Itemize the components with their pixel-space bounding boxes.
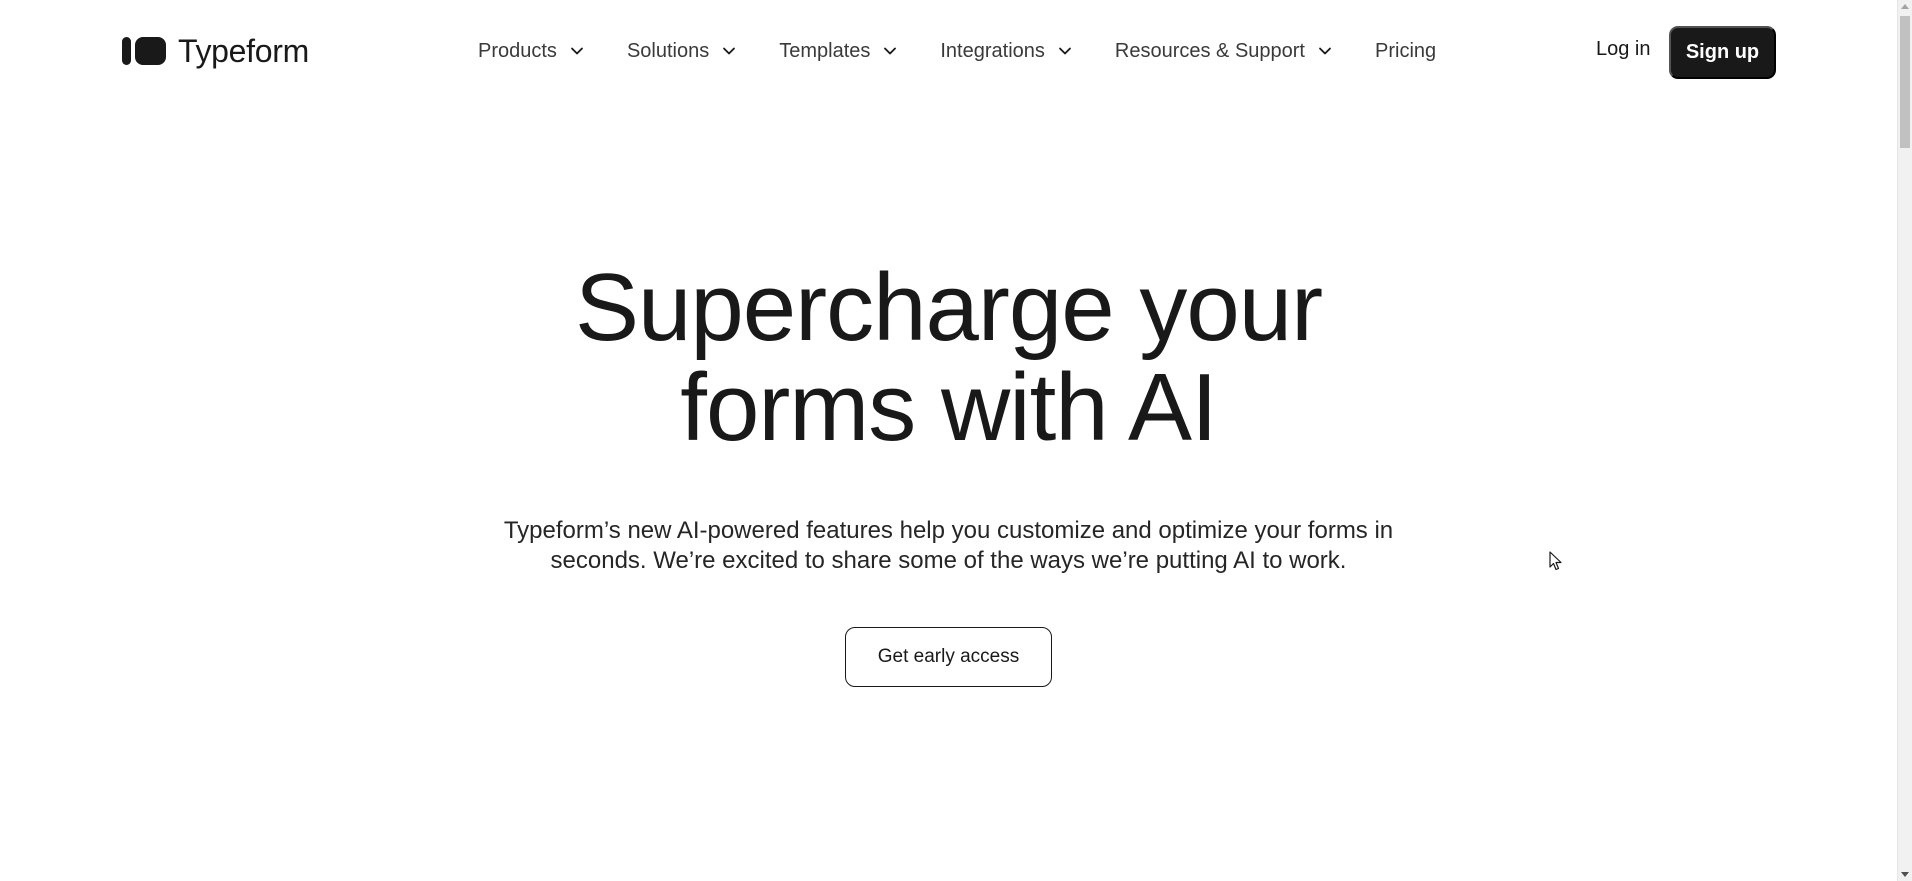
chevron-down-icon xyxy=(723,47,736,55)
hero-subtitle-line-2: seconds. We’re excited to share some of … xyxy=(550,547,1347,574)
chevron-down-icon xyxy=(884,47,897,55)
chevron-down-icon xyxy=(1058,47,1071,55)
hero-title-line-2: forms with AI xyxy=(680,354,1217,461)
brand-name: Typeform xyxy=(178,32,309,69)
hero-subtitle: Typeform’s new AI-powered features help … xyxy=(0,516,1897,576)
scroll-down-arrow-icon[interactable] xyxy=(1901,872,1909,877)
nav-solutions-label: Solutions xyxy=(626,39,710,62)
scrollbar-thumb[interactable] xyxy=(1900,16,1910,148)
mouse-pointer-icon xyxy=(1549,551,1562,571)
typeform-logo-icon xyxy=(122,37,166,65)
page: Typeform Products Solutions Templates In… xyxy=(0,0,1912,881)
chevron-down-icon xyxy=(571,47,583,55)
site-header: Typeform Products Solutions Templates In… xyxy=(0,0,1897,104)
nav-pricing[interactable]: Pricing xyxy=(1375,40,1436,63)
main-nav: Products Solutions Templates Integration… xyxy=(478,36,1436,66)
typeform-logo[interactable]: Typeform xyxy=(122,33,309,69)
nav-integrations-label: Integrations xyxy=(940,39,1045,62)
nav-resources-support[interactable]: Resources & Support xyxy=(1115,40,1333,63)
nav-products[interactable]: Products xyxy=(478,40,585,63)
hero-title-line-1: Supercharge your xyxy=(574,254,1323,361)
hero-title: Supercharge your forms with AI xyxy=(0,258,1897,458)
nav-templates-label: Templates xyxy=(779,39,871,62)
signup-button[interactable]: Sign up xyxy=(1669,26,1776,79)
scroll-up-arrow-icon[interactable] xyxy=(1901,4,1909,9)
chevron-down-icon xyxy=(1319,47,1331,55)
hero-subtitle-line-1: Typeform’s new AI-powered features help … xyxy=(503,517,1394,544)
nav-templates[interactable]: Templates xyxy=(779,40,898,63)
nav-products-label: Products xyxy=(478,39,557,62)
login-link[interactable]: Log in xyxy=(1596,38,1651,61)
nav-integrations[interactable]: Integrations xyxy=(940,40,1073,63)
viewport: Typeform Products Solutions Templates In… xyxy=(0,0,1897,881)
nav-pricing-label: Pricing xyxy=(1375,39,1437,62)
get-early-access-button[interactable]: Get early access xyxy=(845,627,1052,687)
nav-solutions[interactable]: Solutions xyxy=(627,40,737,63)
vertical-scrollbar[interactable] xyxy=(1897,0,1912,881)
nav-resources-support-label: Resources & Support xyxy=(1114,39,1305,62)
